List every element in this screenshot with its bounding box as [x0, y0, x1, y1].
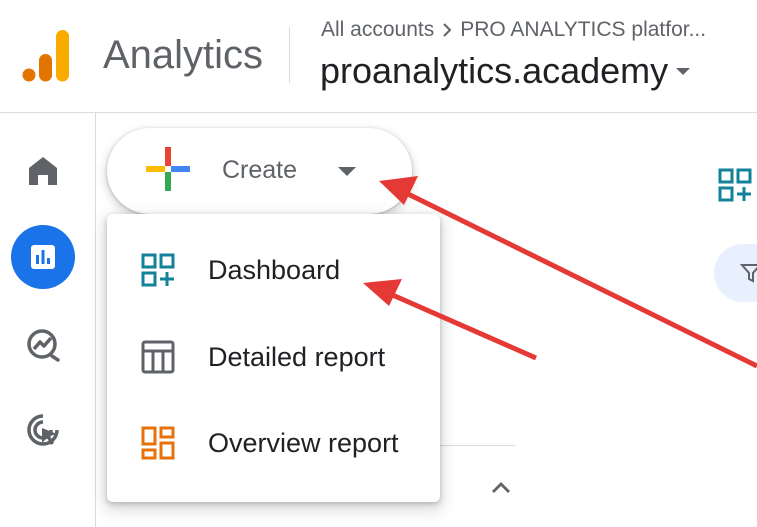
filter-icon	[740, 264, 757, 283]
advertising-icon	[27, 414, 59, 446]
app-name: Analytics	[103, 33, 264, 77]
reports-icon	[31, 245, 55, 269]
explore-icon	[27, 329, 60, 362]
menu-item-label: Dashboard	[208, 255, 341, 285]
caret-down-icon	[338, 167, 356, 176]
menu-item-detailed-report[interactable]: Detailed report	[107, 314, 440, 400]
breadcrumb-account[interactable]: PRO ANALYTICS platfor...	[460, 16, 706, 44]
rail-item-advertising[interactable]	[11, 398, 75, 462]
chevron-up-icon[interactable]	[488, 475, 514, 501]
rail-item-explore[interactable]	[11, 312, 75, 376]
home-icon	[29, 157, 57, 185]
caret-down-icon	[676, 68, 691, 75]
create-button-label: Create	[222, 156, 298, 184]
property-name: proanalytics.academy	[320, 50, 669, 91]
dashboard-add-icon[interactable]	[716, 166, 754, 204]
rail-item-home[interactable]	[11, 139, 75, 203]
header-divider	[289, 27, 290, 83]
menu-item-overview-report[interactable]: Overview report	[107, 400, 440, 486]
menu-item-label: Detailed report	[208, 342, 386, 372]
left-nav-rail	[0, 113, 96, 527]
analytics-page: Analytics All accounts PRO ANALYTICS pla…	[0, 0, 757, 527]
rail-item-reports[interactable]	[11, 225, 75, 289]
property-selector[interactable]: proanalytics.academy	[320, 46, 694, 96]
table-report-icon	[141, 340, 175, 374]
menu-item-label: Overview report	[208, 428, 399, 458]
breadcrumb-all-accounts[interactable]: All accounts	[321, 16, 434, 44]
menu-item-dashboard[interactable]: Dashboard	[107, 227, 440, 313]
content-divider	[440, 445, 515, 446]
plus-icon	[146, 147, 190, 191]
analytics-logo-icon[interactable]	[22, 30, 70, 82]
overview-report-icon	[141, 426, 175, 460]
chevron-right-icon	[443, 23, 452, 37]
breadcrumb[interactable]: All accounts PRO ANALYTICS platfor...	[321, 16, 706, 44]
dashboard-add-icon	[141, 253, 175, 287]
top-header: Analytics All accounts PRO ANALYTICS pla…	[0, 0, 757, 113]
